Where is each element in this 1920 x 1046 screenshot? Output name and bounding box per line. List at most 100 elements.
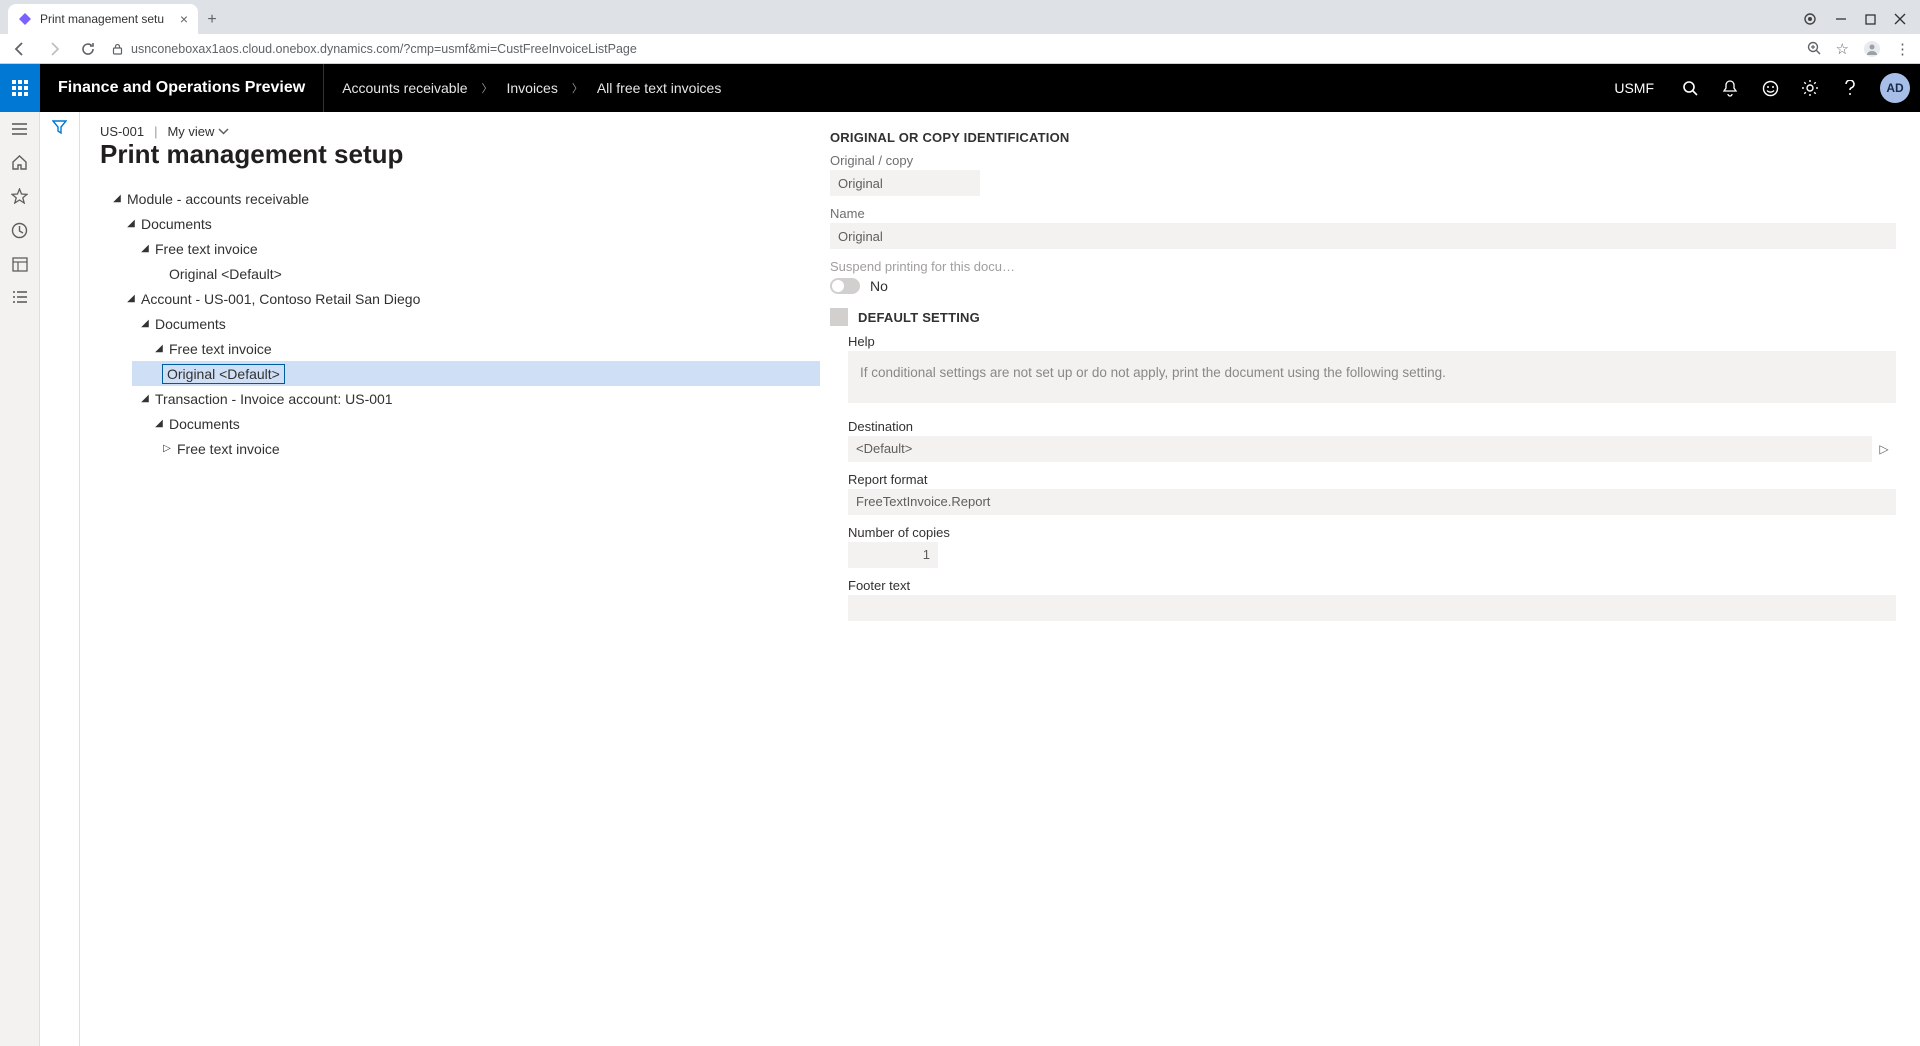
tree-node-account[interactable]: ◢Account - US-001, Contoso Retail San Di… [100, 286, 820, 311]
main-content: US-001 | My view Print management setup … [80, 112, 1920, 1046]
report-format-input[interactable] [848, 489, 1896, 515]
nav-forward-icon [44, 41, 64, 57]
field-label: Name [830, 206, 1896, 221]
suspend-value: No [870, 278, 888, 294]
name-input[interactable] [830, 223, 1896, 249]
tree-node-freetext[interactable]: ◢Free text invoice [100, 236, 820, 261]
browser-tab[interactable]: Print management setu × [8, 4, 198, 34]
tree-node-transaction[interactable]: ◢Transaction - Invoice account: US-001 [100, 386, 820, 411]
field-label: Destination [848, 419, 1896, 434]
field-label: Help [848, 334, 1896, 349]
default-checkbox[interactable] [830, 308, 848, 326]
hamburger-icon[interactable] [11, 122, 28, 136]
app-launcher-button[interactable] [0, 64, 40, 112]
tree-view: ◢Module - accounts receivable ◢Documents… [100, 186, 820, 461]
footer-input[interactable] [848, 595, 1896, 621]
tree-node-documents2[interactable]: ◢Documents [100, 311, 820, 336]
collapse-icon[interactable]: ◢ [152, 343, 166, 354]
tree-node-module[interactable]: ◢Module - accounts receivable [100, 186, 820, 211]
field-suspend: Suspend printing for this docu… No [830, 259, 1896, 294]
view-selector[interactable]: My view [167, 124, 229, 139]
nav-reload-icon[interactable] [78, 41, 98, 57]
tree-node-documents3[interactable]: ◢Documents [100, 411, 820, 436]
tree-label: Module - accounts receivable [124, 191, 309, 207]
recent-icon[interactable] [11, 222, 28, 239]
chevron-right-icon: 〉 [572, 80, 583, 96]
tree-node-freetext3[interactable]: ▷Free text invoice [100, 436, 820, 461]
breadcrumb: Accounts receivable 〉 Invoices 〉 All fre… [324, 80, 739, 96]
top-nav-right: USMF AD [1598, 64, 1920, 112]
browser-menu-icon[interactable]: ⋮ [1895, 40, 1910, 58]
window-maximize-icon[interactable] [1865, 14, 1876, 25]
address-bar-right: ☆ ⋮ [1807, 40, 1910, 58]
filter-icon[interactable] [52, 120, 67, 1046]
smiley-icon[interactable] [1750, 64, 1790, 112]
tree-label: Transaction - Invoice account: US-001 [152, 391, 393, 407]
help-text: If conditional settings are not set up o… [848, 351, 1896, 403]
bell-icon[interactable] [1710, 64, 1750, 112]
tree-label: Documents [138, 216, 212, 232]
lock-icon [112, 43, 123, 55]
copies-input[interactable] [848, 542, 938, 568]
tree-label: Original <Default> [166, 266, 282, 282]
zoom-icon[interactable] [1807, 41, 1822, 56]
favicon-icon [18, 12, 32, 26]
window-minimize-icon[interactable] [1835, 13, 1847, 25]
field-destination: Destination ▷ [848, 419, 1896, 462]
breadcrumb-item[interactable]: All free text invoices [597, 80, 722, 96]
section-title-identification: ORIGINAL OR COPY IDENTIFICATION [830, 130, 1896, 145]
original-copy-input[interactable] [830, 170, 980, 196]
tab-close-icon[interactable]: × [180, 11, 188, 27]
app-title: Finance and Operations Preview [40, 79, 323, 97]
url-region[interactable]: usnconeboxax1aos.cloud.onebox.dynamics.c… [112, 42, 1793, 56]
help-icon[interactable] [1830, 64, 1870, 112]
url-text: usnconeboxax1aos.cloud.onebox.dynamics.c… [131, 42, 637, 56]
breadcrumb-item[interactable]: Accounts receivable [342, 80, 467, 96]
field-label: Suspend printing for this docu… [830, 259, 1896, 274]
window-shield-icon[interactable] [1803, 12, 1817, 26]
field-label: Footer text [848, 578, 1896, 593]
field-footer: Footer text [848, 578, 1896, 621]
default-setting-header: DEFAULT SETTING [830, 308, 1896, 326]
company-label[interactable]: USMF [1598, 80, 1670, 96]
search-icon[interactable] [1670, 64, 1710, 112]
avatar-initials: AD [1886, 81, 1903, 95]
expand-icon[interactable]: ▷ [160, 443, 174, 454]
field-help: Help If conditional settings are not set… [848, 334, 1896, 403]
collapse-icon[interactable]: ◢ [138, 243, 152, 254]
tree-label: Free text invoice [166, 341, 272, 357]
collapse-icon[interactable]: ◢ [152, 418, 166, 429]
bookmark-icon[interactable]: ☆ [1836, 40, 1849, 58]
destination-lookup-icon[interactable]: ▷ [1872, 436, 1896, 462]
profile-icon[interactable] [1863, 40, 1881, 58]
window-controls [1789, 4, 1920, 34]
modules-icon[interactable] [12, 290, 28, 304]
collapse-icon[interactable]: ◢ [138, 318, 152, 329]
gear-icon[interactable] [1790, 64, 1830, 112]
waffle-icon [12, 80, 28, 96]
left-rail [0, 112, 40, 1046]
workspace-icon[interactable] [12, 257, 28, 272]
tree-label: Free text invoice [174, 441, 280, 457]
collapse-icon[interactable]: ◢ [124, 218, 138, 229]
collapse-icon[interactable]: ◢ [138, 393, 152, 404]
destination-input[interactable] [848, 436, 1872, 462]
chevron-right-icon: 〉 [481, 80, 492, 96]
home-icon[interactable] [11, 154, 28, 170]
nav-back-icon[interactable] [10, 41, 30, 57]
tree-node-selected[interactable]: Original <Default> [132, 361, 820, 386]
tree-node-freetext2[interactable]: ◢Free text invoice [100, 336, 820, 361]
breadcrumb-item[interactable]: Invoices [506, 80, 557, 96]
tree-node-original[interactable]: Original <Default> [100, 261, 820, 286]
suspend-toggle[interactable] [830, 278, 860, 294]
collapse-icon[interactable]: ◢ [110, 193, 124, 204]
window-close-icon[interactable] [1894, 13, 1906, 25]
collapse-icon[interactable]: ◢ [124, 293, 138, 304]
section-title-default: DEFAULT SETTING [858, 310, 980, 325]
new-tab-button[interactable]: + [198, 6, 226, 34]
star-icon[interactable] [11, 188, 28, 204]
tree-node-documents[interactable]: ◢Documents [100, 211, 820, 236]
avatar[interactable]: AD [1880, 73, 1910, 103]
context-row: US-001 | My view [100, 124, 820, 139]
tab-strip: Print management setu × + [0, 0, 1920, 34]
